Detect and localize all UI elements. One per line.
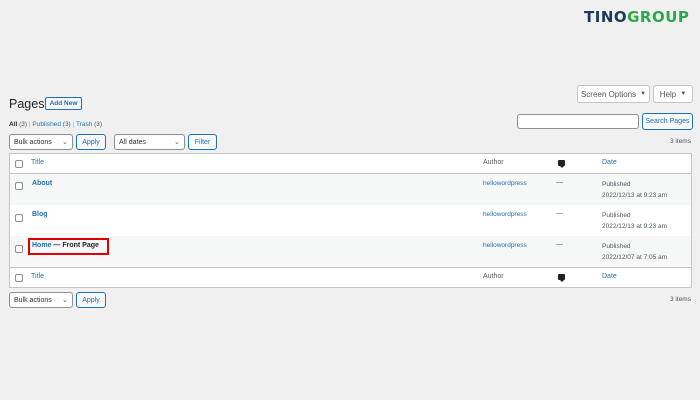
help-label: Help xyxy=(659,89,677,99)
brand-logo-part1: TINO xyxy=(584,8,628,26)
caret-down-icon: ▼ xyxy=(640,91,647,97)
date-cell: Published 2022/12/13 at 9:23 am xyxy=(602,179,667,201)
filter-trash[interactable]: Trash xyxy=(76,121,92,128)
date-value: 2022/12/13 at 9:23 am xyxy=(602,192,668,199)
author-link[interactable]: hellowordpress xyxy=(483,242,527,249)
date-status: Published xyxy=(602,243,631,250)
dates-value: All dates xyxy=(119,138,146,146)
table-row: About hellowordpress — Published 2022/12… xyxy=(10,174,691,205)
page-title-link[interactable]: Blog xyxy=(32,211,48,218)
dates-select[interactable]: All dates ⌄ xyxy=(114,134,185,150)
filter-button[interactable]: Filter xyxy=(188,134,217,150)
date-value: 2022/12/07 at 7:05 am xyxy=(602,254,668,261)
chevron-down-icon: ⌄ xyxy=(62,297,68,304)
column-author-header: Author xyxy=(483,159,504,166)
column-date-header[interactable]: Date xyxy=(602,159,617,166)
author-link[interactable]: hellowordpress xyxy=(483,211,527,218)
comments-count: — xyxy=(556,210,563,217)
column-date-footer[interactable]: Date xyxy=(602,273,617,280)
filter-separator: | xyxy=(28,121,31,128)
brand-logo-part2: GROUP xyxy=(627,8,690,26)
filter-published-count: (3) xyxy=(62,121,71,128)
bulk-actions-value: Bulk actions xyxy=(14,296,52,304)
row-checkbox[interactable] xyxy=(15,214,23,222)
search-pages-button[interactable]: Search Pages xyxy=(642,113,693,130)
apply-button[interactable]: Apply xyxy=(76,134,106,150)
date-status: Published xyxy=(602,212,631,219)
brand-logo: TINOGROUP xyxy=(584,8,689,26)
filter-separator: | xyxy=(72,121,75,128)
page-title: Pages xyxy=(9,97,45,111)
date-cell: Published 2022/12/13 at 9:23 am xyxy=(602,210,667,232)
help-button[interactable]: Help ▼ xyxy=(653,85,693,103)
comments-count: — xyxy=(556,241,563,248)
status-filters: All (3) | Published (3) | Trash (3) xyxy=(9,121,102,128)
date-cell: Published 2022/12/07 at 7:05 am xyxy=(602,241,667,263)
caret-down-icon: ▼ xyxy=(680,91,687,97)
bulk-actions-select[interactable]: Bulk actions ⌄ xyxy=(9,134,73,150)
select-all-checkbox[interactable] xyxy=(15,274,23,282)
bulk-actions-select-bottom[interactable]: Bulk actions ⌄ xyxy=(9,292,73,308)
page-title-link[interactable]: About xyxy=(32,180,52,187)
row-checkbox[interactable] xyxy=(15,245,23,253)
table-row: Home — Front Page hellowordpress — Publi… xyxy=(10,236,691,267)
comment-bubble-icon xyxy=(558,160,565,168)
date-value: 2022/12/13 at 9:23 am xyxy=(602,223,668,230)
items-count-bottom: 3 items xyxy=(670,296,691,303)
screen-options-button[interactable]: Screen Options ▼ xyxy=(577,85,650,103)
chevron-down-icon: ⌄ xyxy=(62,139,68,146)
comment-bubble-icon xyxy=(558,274,565,282)
column-author-footer: Author xyxy=(483,273,504,280)
add-new-button[interactable]: Add New xyxy=(45,97,82,110)
table-footer-row: Title Author Date xyxy=(10,267,691,287)
author-link[interactable]: hellowordpress xyxy=(483,180,527,187)
highlight-box xyxy=(28,238,109,255)
filter-published[interactable]: Published xyxy=(32,121,61,128)
items-count-top: 3 items xyxy=(670,138,691,145)
bulk-actions-value: Bulk actions xyxy=(14,138,52,146)
table-row: Blog hellowordpress — Published 2022/12/… xyxy=(10,205,691,236)
column-title-footer[interactable]: Title xyxy=(31,273,44,280)
filter-trash-count: (3) xyxy=(94,121,103,128)
screen-options-label: Screen Options xyxy=(580,89,637,99)
filter-all-count: (3) xyxy=(19,121,28,128)
column-title-header[interactable]: Title xyxy=(31,159,44,166)
pages-table: Title Author Date About hellowordpress —… xyxy=(9,153,692,288)
filter-all[interactable]: All xyxy=(9,121,17,128)
date-status: Published xyxy=(602,181,631,188)
row-checkbox[interactable] xyxy=(15,182,23,190)
table-header-row: Title Author Date xyxy=(10,154,691,174)
chevron-down-icon: ⌄ xyxy=(174,139,180,146)
search-input[interactable] xyxy=(517,114,639,129)
comments-count: — xyxy=(556,179,563,186)
select-all-checkbox[interactable] xyxy=(15,160,23,168)
apply-button-bottom[interactable]: Apply xyxy=(76,292,106,308)
